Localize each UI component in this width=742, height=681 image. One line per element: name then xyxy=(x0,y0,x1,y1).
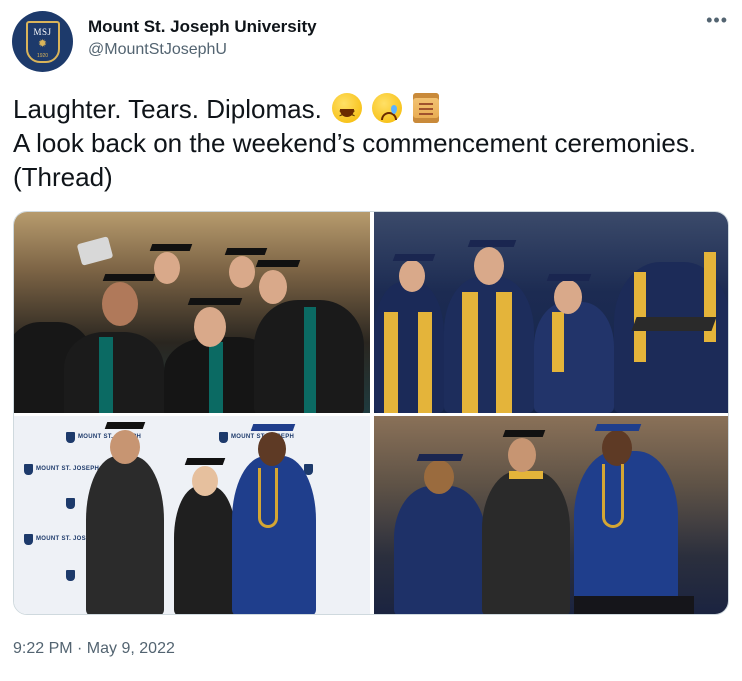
gold-stole xyxy=(462,292,478,413)
backdrop-crest-icon xyxy=(66,570,75,581)
official-face xyxy=(508,438,536,472)
graduate-figure xyxy=(534,302,614,413)
sun-icon: ✹ xyxy=(37,37,48,50)
official-figure xyxy=(574,451,678,614)
account-avatar[interactable]: MSJ ✹ 1920 xyxy=(12,11,73,72)
graduate-face xyxy=(154,252,180,284)
gold-stole xyxy=(552,312,564,372)
tweet-line-1: Laughter. Tears. Diplomas. xyxy=(13,94,322,124)
graduate-hair xyxy=(424,460,454,494)
tweet-timestamp[interactable]: 9:22 PM · May 9, 2022 xyxy=(13,640,175,658)
official-figure xyxy=(174,486,236,614)
gold-stole xyxy=(418,312,432,413)
avatar-text: MSJ xyxy=(33,26,52,37)
mortarboard xyxy=(502,430,546,437)
mortarboard xyxy=(467,240,517,247)
mortarboard xyxy=(102,274,156,281)
media-grid: MOUNT ST. JOSEPH MOUNT ST. JOSEPH MOUNT … xyxy=(13,211,729,615)
tweet-card: MSJ ✹ 1920 Mount St. Joseph University @… xyxy=(0,0,742,681)
photo-officials-backdrop[interactable]: MOUNT ST. JOSEPH MOUNT ST. JOSEPH MOUNT … xyxy=(14,416,370,614)
graduate-face xyxy=(259,270,287,304)
official-face xyxy=(192,466,218,496)
graduate-face xyxy=(399,260,425,292)
photo-graduates-clapping[interactable] xyxy=(374,212,728,413)
mortarboard xyxy=(392,254,436,261)
official-face xyxy=(258,432,286,466)
graduate-figure xyxy=(64,332,164,413)
phone xyxy=(76,236,114,266)
mortarboard xyxy=(187,298,243,305)
mortarboard xyxy=(104,422,146,429)
laughing-face-icon xyxy=(332,93,363,131)
backdrop-crest-icon xyxy=(219,432,228,443)
presidential-chain xyxy=(258,468,278,528)
green-stole xyxy=(99,337,113,413)
presidential-chain xyxy=(602,464,624,528)
green-stole xyxy=(304,307,316,413)
university-crest-icon: MSJ ✹ 1920 xyxy=(25,20,60,63)
tweet-line-2: A look back on the weekend’s commencemen… xyxy=(13,128,697,192)
mortarboard xyxy=(149,244,193,251)
graduate-figure xyxy=(394,486,486,614)
scroll-icon xyxy=(412,93,439,123)
mortarboard xyxy=(594,424,642,431)
official-face xyxy=(110,430,140,464)
mortarboard xyxy=(631,317,717,331)
graduate-figure xyxy=(444,277,534,413)
graduate-face xyxy=(102,282,138,326)
diploma-stack xyxy=(574,596,694,614)
mortarboard xyxy=(255,260,301,267)
mortarboard xyxy=(224,248,268,255)
official-face xyxy=(602,430,632,466)
photo-stage-ceremony[interactable] xyxy=(374,416,728,614)
gold-stole xyxy=(384,312,398,413)
account-handle[interactable]: @MountStJosephU xyxy=(88,41,227,59)
green-stole xyxy=(209,342,223,413)
mortarboard xyxy=(184,458,226,465)
graduate-face xyxy=(554,280,582,314)
backdrop-crest-icon xyxy=(24,464,33,475)
graduate-face xyxy=(229,256,255,288)
graduate-face xyxy=(194,307,226,347)
photo-selfie-graduates[interactable] xyxy=(14,212,370,413)
gold-stole xyxy=(496,292,512,413)
mortarboard xyxy=(416,454,464,461)
backdrop-crest-icon xyxy=(24,534,33,545)
more-horizontal-icon[interactable]: ••• xyxy=(706,10,728,31)
official-figure xyxy=(86,456,164,614)
hood-trim xyxy=(509,471,543,479)
official-figure xyxy=(482,471,570,614)
graduate-face xyxy=(474,247,504,285)
avatar-year: 1920 xyxy=(36,52,49,59)
account-name[interactable]: Mount St. Joseph University xyxy=(88,17,317,37)
backdrop-crest-icon xyxy=(66,432,75,443)
mortarboard xyxy=(546,274,592,281)
backdrop-logo-text: MOUNT ST. JOSEPH xyxy=(36,466,100,472)
crying-face-icon xyxy=(372,93,403,123)
backdrop-crest-icon xyxy=(66,498,75,509)
tweet-text: Laughter. Tears. Diplomas. A look back o… xyxy=(13,92,733,194)
mortarboard xyxy=(250,424,296,431)
